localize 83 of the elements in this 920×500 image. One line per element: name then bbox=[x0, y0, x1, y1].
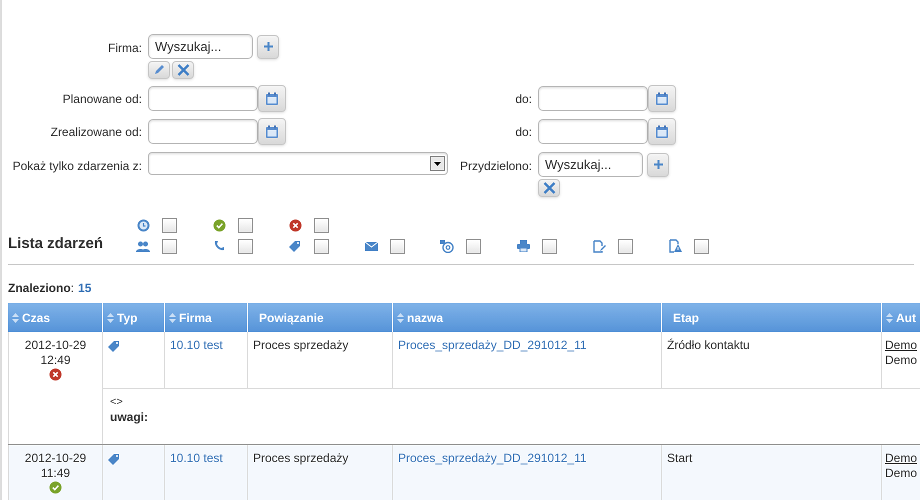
note-label: uwagi: bbox=[110, 410, 149, 425]
calendar-icon bbox=[655, 124, 669, 138]
close-icon bbox=[176, 64, 190, 76]
field-label: Przydzielono: bbox=[458, 158, 533, 175]
add-button[interactable] bbox=[257, 34, 279, 58]
checkbox[interactable] bbox=[162, 238, 177, 254]
table-cell: Demo bbox=[885, 466, 918, 481]
field-label: Pokaż tylko zdarzenia z: bbox=[12, 158, 143, 175]
printer-icon bbox=[516, 240, 530, 252]
event-name-link[interactable]: Proces_sprzedaży_DD_291012_11 bbox=[398, 451, 587, 465]
company-search-field[interactable]: Wyszukaj... bbox=[148, 34, 253, 59]
results-count: 15 bbox=[78, 281, 92, 295]
envelope-icon bbox=[364, 242, 378, 250]
checkbox[interactable] bbox=[162, 218, 177, 232]
calendar-icon bbox=[265, 92, 279, 106]
document-warning-icon bbox=[668, 239, 682, 253]
table-cell: Źródło kontaktu bbox=[667, 338, 750, 352]
tag-icon bbox=[108, 340, 120, 352]
calendar-icon bbox=[655, 92, 669, 106]
author-link[interactable]: Demo bbox=[885, 451, 918, 466]
clear-button[interactable] bbox=[172, 61, 194, 79]
checkbox[interactable] bbox=[314, 238, 329, 254]
pencil-icon bbox=[153, 64, 165, 76]
plus-icon bbox=[264, 42, 272, 51]
sort-icon bbox=[886, 312, 893, 322]
tag-icon bbox=[108, 453, 120, 465]
event-date: 2012-10-29 bbox=[24, 451, 86, 466]
date-field[interactable] bbox=[148, 86, 258, 111]
calendar-button[interactable] bbox=[648, 118, 676, 145]
event-type-select[interactable] bbox=[148, 152, 448, 175]
calendar-button[interactable] bbox=[648, 85, 676, 112]
field-label: Planowane od: bbox=[62, 90, 143, 108]
sort-icon bbox=[169, 312, 176, 322]
calendar-icon bbox=[265, 124, 279, 138]
date-field[interactable] bbox=[148, 119, 258, 144]
company-link[interactable]: 10.10 test bbox=[170, 338, 223, 352]
clear-button[interactable] bbox=[538, 179, 560, 197]
people-icon bbox=[136, 240, 150, 252]
calendar-button[interactable] bbox=[258, 118, 286, 145]
results-separator: : bbox=[70, 281, 74, 295]
checkbox[interactable] bbox=[694, 238, 709, 254]
sort-icon bbox=[397, 312, 404, 322]
checkbox[interactable] bbox=[618, 238, 633, 254]
add-button[interactable] bbox=[647, 152, 669, 176]
field-label: do: bbox=[514, 124, 533, 140]
table-cell: Start bbox=[667, 451, 692, 465]
plus-icon bbox=[654, 160, 662, 169]
dropdown-arrow-icon bbox=[434, 162, 441, 166]
sort-icon bbox=[12, 312, 19, 322]
date-field[interactable] bbox=[538, 119, 648, 144]
edit-button[interactable] bbox=[148, 61, 170, 79]
checkbox[interactable] bbox=[390, 238, 405, 254]
table-cell: Proces sprzedaży bbox=[253, 451, 348, 465]
phone-icon bbox=[214, 240, 224, 252]
checkbox[interactable] bbox=[466, 238, 481, 254]
checkbox[interactable] bbox=[238, 238, 253, 254]
close-icon bbox=[542, 182, 556, 194]
results-label: Znaleziono bbox=[8, 281, 71, 295]
field-label: Zrealizowane od: bbox=[50, 124, 143, 140]
document-edit-icon bbox=[592, 240, 606, 252]
checkbox[interactable] bbox=[542, 238, 557, 254]
author-link[interactable]: Demo bbox=[885, 338, 918, 353]
clock-icon bbox=[136, 218, 150, 232]
field-label: Firma: bbox=[107, 40, 143, 57]
event-time: 12:49 bbox=[40, 353, 71, 368]
assignee-search-field[interactable]: Wyszukaj... bbox=[538, 152, 643, 177]
checkbox[interactable] bbox=[238, 218, 253, 232]
event-time: 11:49 bbox=[40, 466, 70, 481]
table-cell: Demo bbox=[885, 353, 918, 368]
sort-icon bbox=[107, 312, 114, 322]
event-name-link[interactable]: Proces_sprzedaży_DD_291012_11 bbox=[398, 338, 587, 352]
error-icon bbox=[288, 218, 302, 232]
check-icon bbox=[212, 218, 226, 232]
table-cell: Proces sprzedaży bbox=[253, 338, 348, 352]
note-text: <> bbox=[110, 395, 124, 410]
calendar-button[interactable] bbox=[258, 85, 286, 112]
date-field[interactable] bbox=[538, 86, 648, 111]
checkbox[interactable] bbox=[314, 218, 329, 232]
section-title: Lista zdarzeń bbox=[8, 234, 104, 254]
field-label: do: bbox=[514, 90, 533, 108]
tag-icon bbox=[289, 240, 301, 252]
event-date: 2012-10-29 bbox=[24, 338, 86, 353]
company-link[interactable]: 10.10 test bbox=[170, 451, 223, 465]
